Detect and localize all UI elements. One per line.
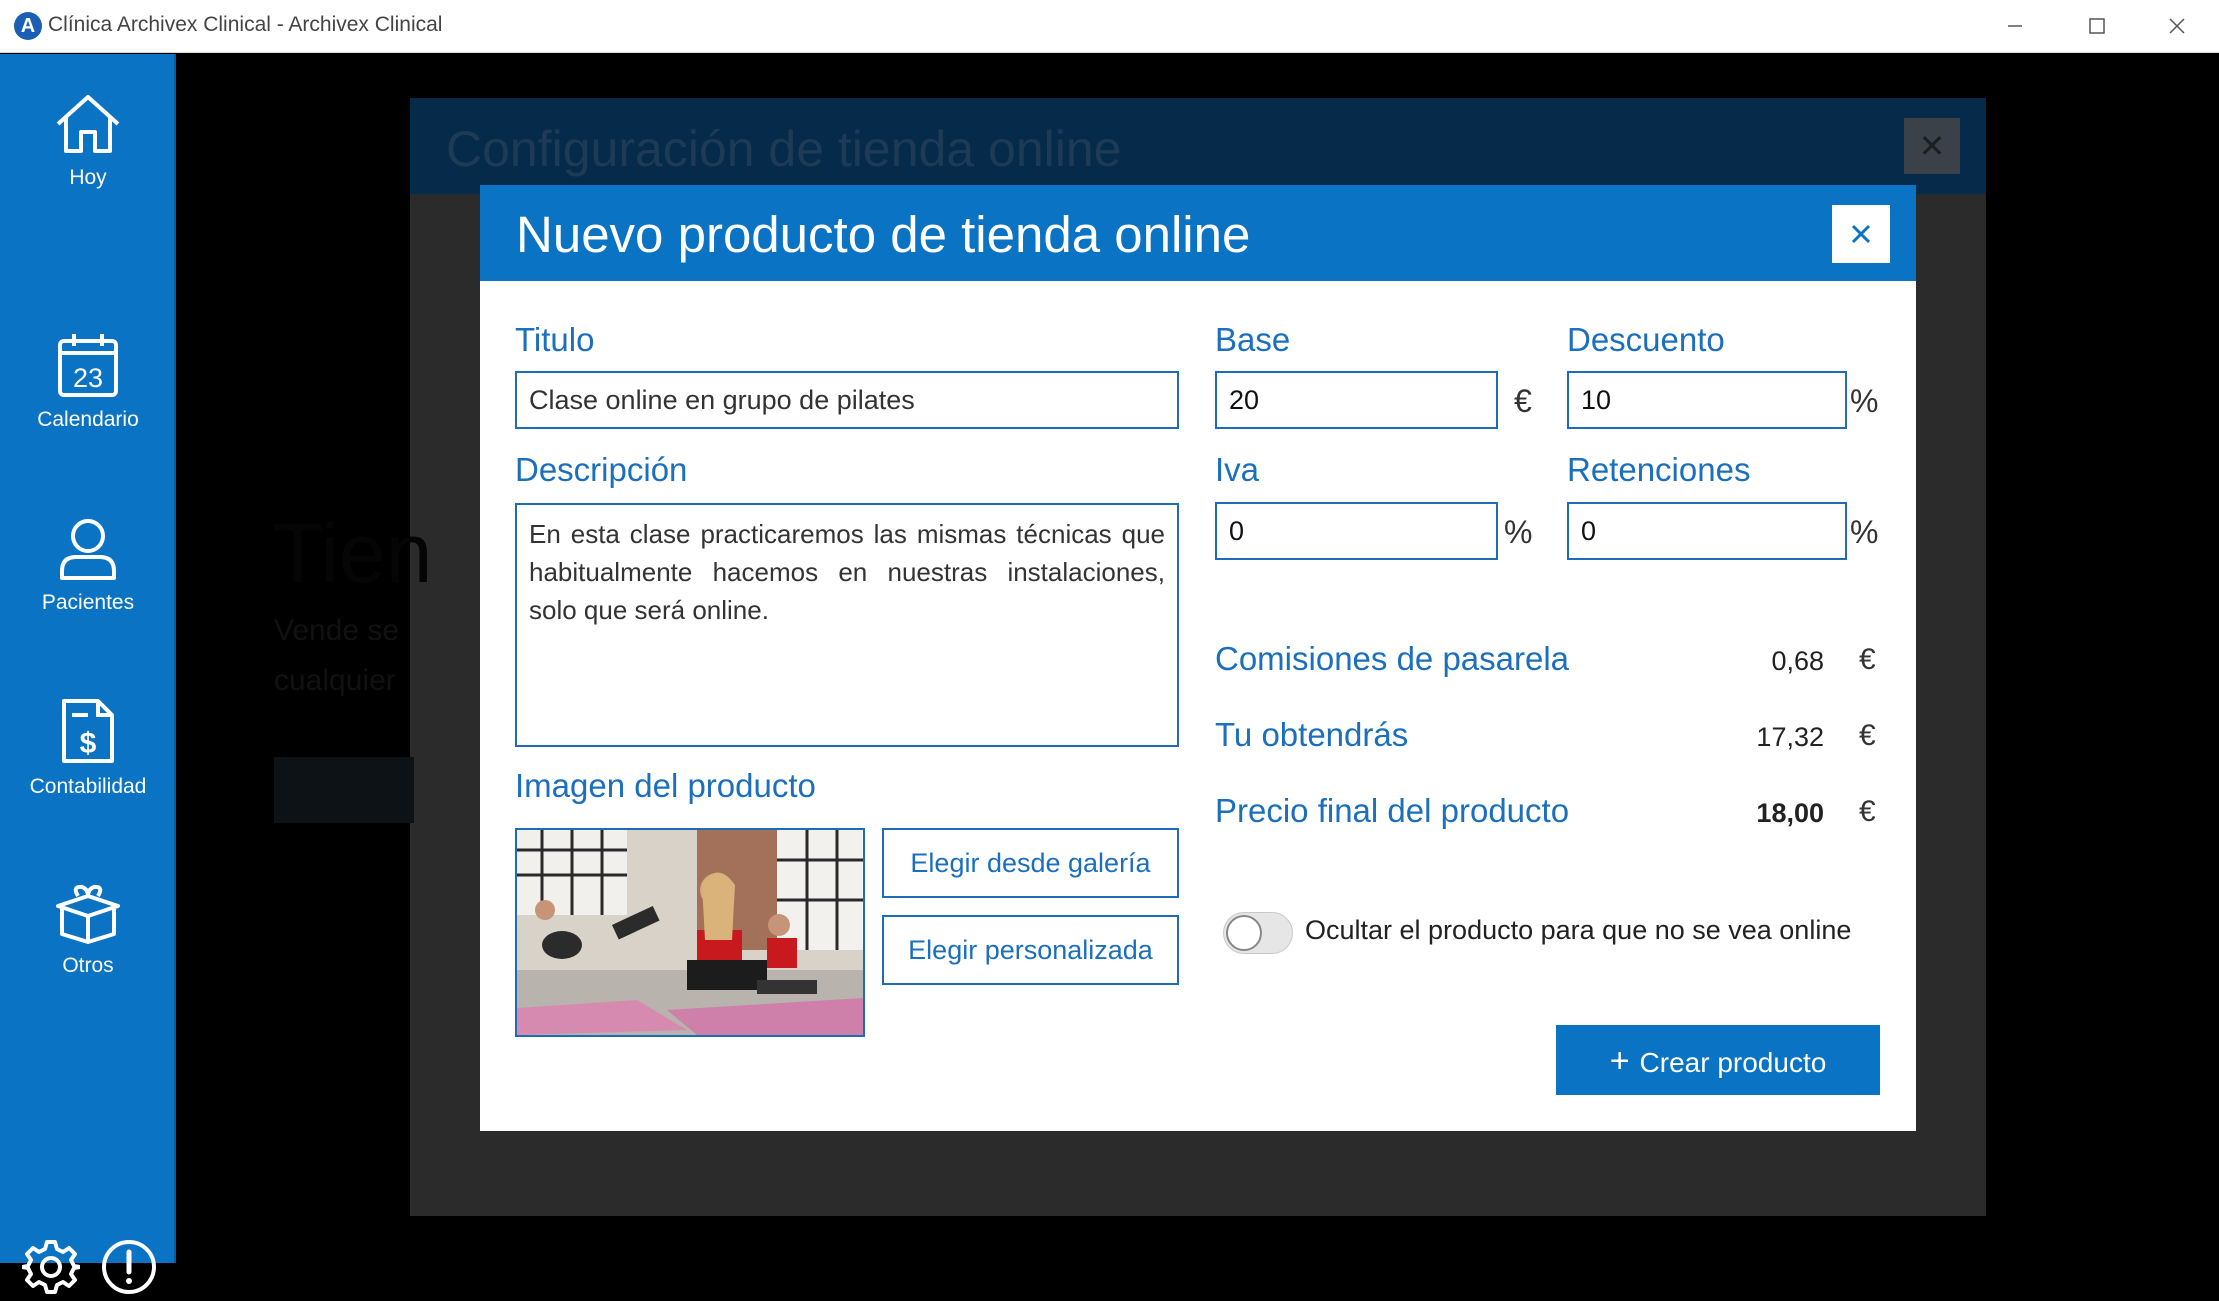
you-get-label: Tu obtendrás — [1215, 716, 1409, 753]
you-get-currency: € — [1859, 719, 1876, 752]
background-text-line: Vende se — [274, 614, 400, 647]
minimize-button[interactable] — [1975, 6, 2055, 46]
home-icon — [56, 95, 120, 153]
iva-unit: % — [1504, 514, 1533, 550]
background-dialog-header: Configuración de tienda online ✕ — [410, 98, 1986, 194]
settings-button[interactable] — [20, 1238, 82, 1296]
dialog-header: Nuevo producto de tienda online — [480, 185, 1916, 281]
base-input[interactable]: 20 — [1215, 371, 1498, 429]
gateway-fees-value: 0,68 — [1771, 646, 1824, 676]
descuento-input[interactable]: 10 — [1567, 371, 1847, 429]
background-close-button[interactable]: ✕ — [1904, 118, 1960, 174]
sidebar-item-label: Hoy — [69, 166, 107, 189]
new-product-dialog: Nuevo producto de tienda online Titulo C… — [480, 185, 1916, 1131]
window-titlebar: A Clínica Archivex Clinical - Archivex C… — [0, 0, 2219, 53]
gear-icon — [20, 1240, 82, 1294]
choose-from-gallery-button[interactable]: Elegir desde galería — [882, 828, 1179, 898]
titulo-input[interactable]: Clase online en grupo de pilates — [515, 371, 1179, 429]
create-product-button[interactable]: + Crear producto — [1556, 1025, 1880, 1095]
user-icon — [60, 519, 116, 580]
base-label: Base — [1215, 321, 1291, 358]
retenciones-input[interactable]: 0 — [1567, 502, 1847, 560]
gateway-fees-currency: € — [1859, 643, 1876, 676]
app-logo: A — [14, 12, 42, 40]
descuento-label: Descuento — [1567, 321, 1725, 358]
dialog-title: Nuevo producto de tienda online — [516, 206, 1251, 263]
hide-product-label: Ocultar el producto para que no se vea o… — [1305, 915, 1852, 945]
sidebar-item-otros[interactable]: Otros — [0, 884, 176, 978]
final-price-currency: € — [1859, 795, 1876, 828]
gateway-fees-label: Comisiones de pasarela — [1215, 640, 1570, 677]
descuento-unit: % — [1850, 383, 1879, 419]
invoice-icon: $ — [62, 699, 114, 763]
retenciones-unit: % — [1850, 514, 1879, 550]
create-product-label: Crear producto — [1639, 1047, 1827, 1078]
sidebar: Hoy 23 Calendario Pacientes $ Contabilid… — [0, 54, 176, 1294]
sidebar-item-contabilidad[interactable]: $ Contabilidad — [0, 697, 176, 799]
choose-custom-button[interactable]: Elegir personalizada — [882, 915, 1179, 985]
minimize-icon — [2008, 25, 2022, 27]
sidebar-item-calendario[interactable]: 23 Calendario — [0, 332, 176, 432]
info-button[interactable] — [100, 1238, 158, 1296]
hide-product-toggle[interactable] — [1223, 912, 1293, 954]
final-price-label: Precio final del producto — [1215, 792, 1570, 829]
base-unit: € — [1514, 383, 1532, 419]
maximize-icon — [2089, 18, 2105, 34]
final-price-value: 18,00 — [1756, 798, 1824, 828]
sidebar-item-pacientes[interactable]: Pacientes — [0, 517, 176, 615]
background-dialog-title: Configuración de tienda online — [446, 121, 1122, 177]
close-icon — [1851, 224, 1871, 244]
info-alert-icon — [102, 1240, 156, 1294]
close-icon — [2169, 18, 2185, 34]
descripcion-label: Descripción — [515, 451, 688, 488]
sidebar-item-label: Pacientes — [41, 591, 135, 614]
iva-label: Iva — [1215, 451, 1260, 488]
plus-icon: + — [1609, 1042, 1630, 1080]
descripcion-textarea[interactable]: En esta clase practicaremos las mismas t… — [515, 503, 1179, 747]
image-label: Imagen del producto — [515, 767, 816, 804]
maximize-button[interactable] — [2057, 6, 2137, 46]
toggle-knob — [1226, 915, 1262, 951]
dialog-close-button[interactable] — [1832, 205, 1890, 263]
you-get-value: 17,32 — [1756, 722, 1824, 752]
background-page-heading: Tien — [272, 506, 433, 600]
product-image — [515, 828, 865, 1037]
background-button — [274, 757, 414, 823]
retenciones-label: Retenciones — [1567, 451, 1751, 488]
window-title: Clínica Archivex Clinical - Archivex Cli… — [48, 13, 443, 36]
window-close-button[interactable] — [2137, 6, 2217, 46]
calendar-icon: 23 — [58, 334, 118, 397]
calendar-day: 23 — [73, 363, 103, 393]
sidebar-item-label: Contabilidad — [29, 775, 147, 798]
sidebar-item-hoy[interactable]: Hoy — [0, 92, 176, 190]
sidebar-item-label: Otros — [62, 954, 114, 977]
svg-text:$: $ — [80, 727, 97, 760]
titulo-label: Titulo — [515, 321, 595, 358]
background-text-line: cualquier — [274, 664, 396, 697]
sidebar-item-label: Calendario — [37, 408, 139, 431]
iva-input[interactable]: 0 — [1215, 502, 1498, 560]
gift-box-icon — [56, 884, 120, 944]
